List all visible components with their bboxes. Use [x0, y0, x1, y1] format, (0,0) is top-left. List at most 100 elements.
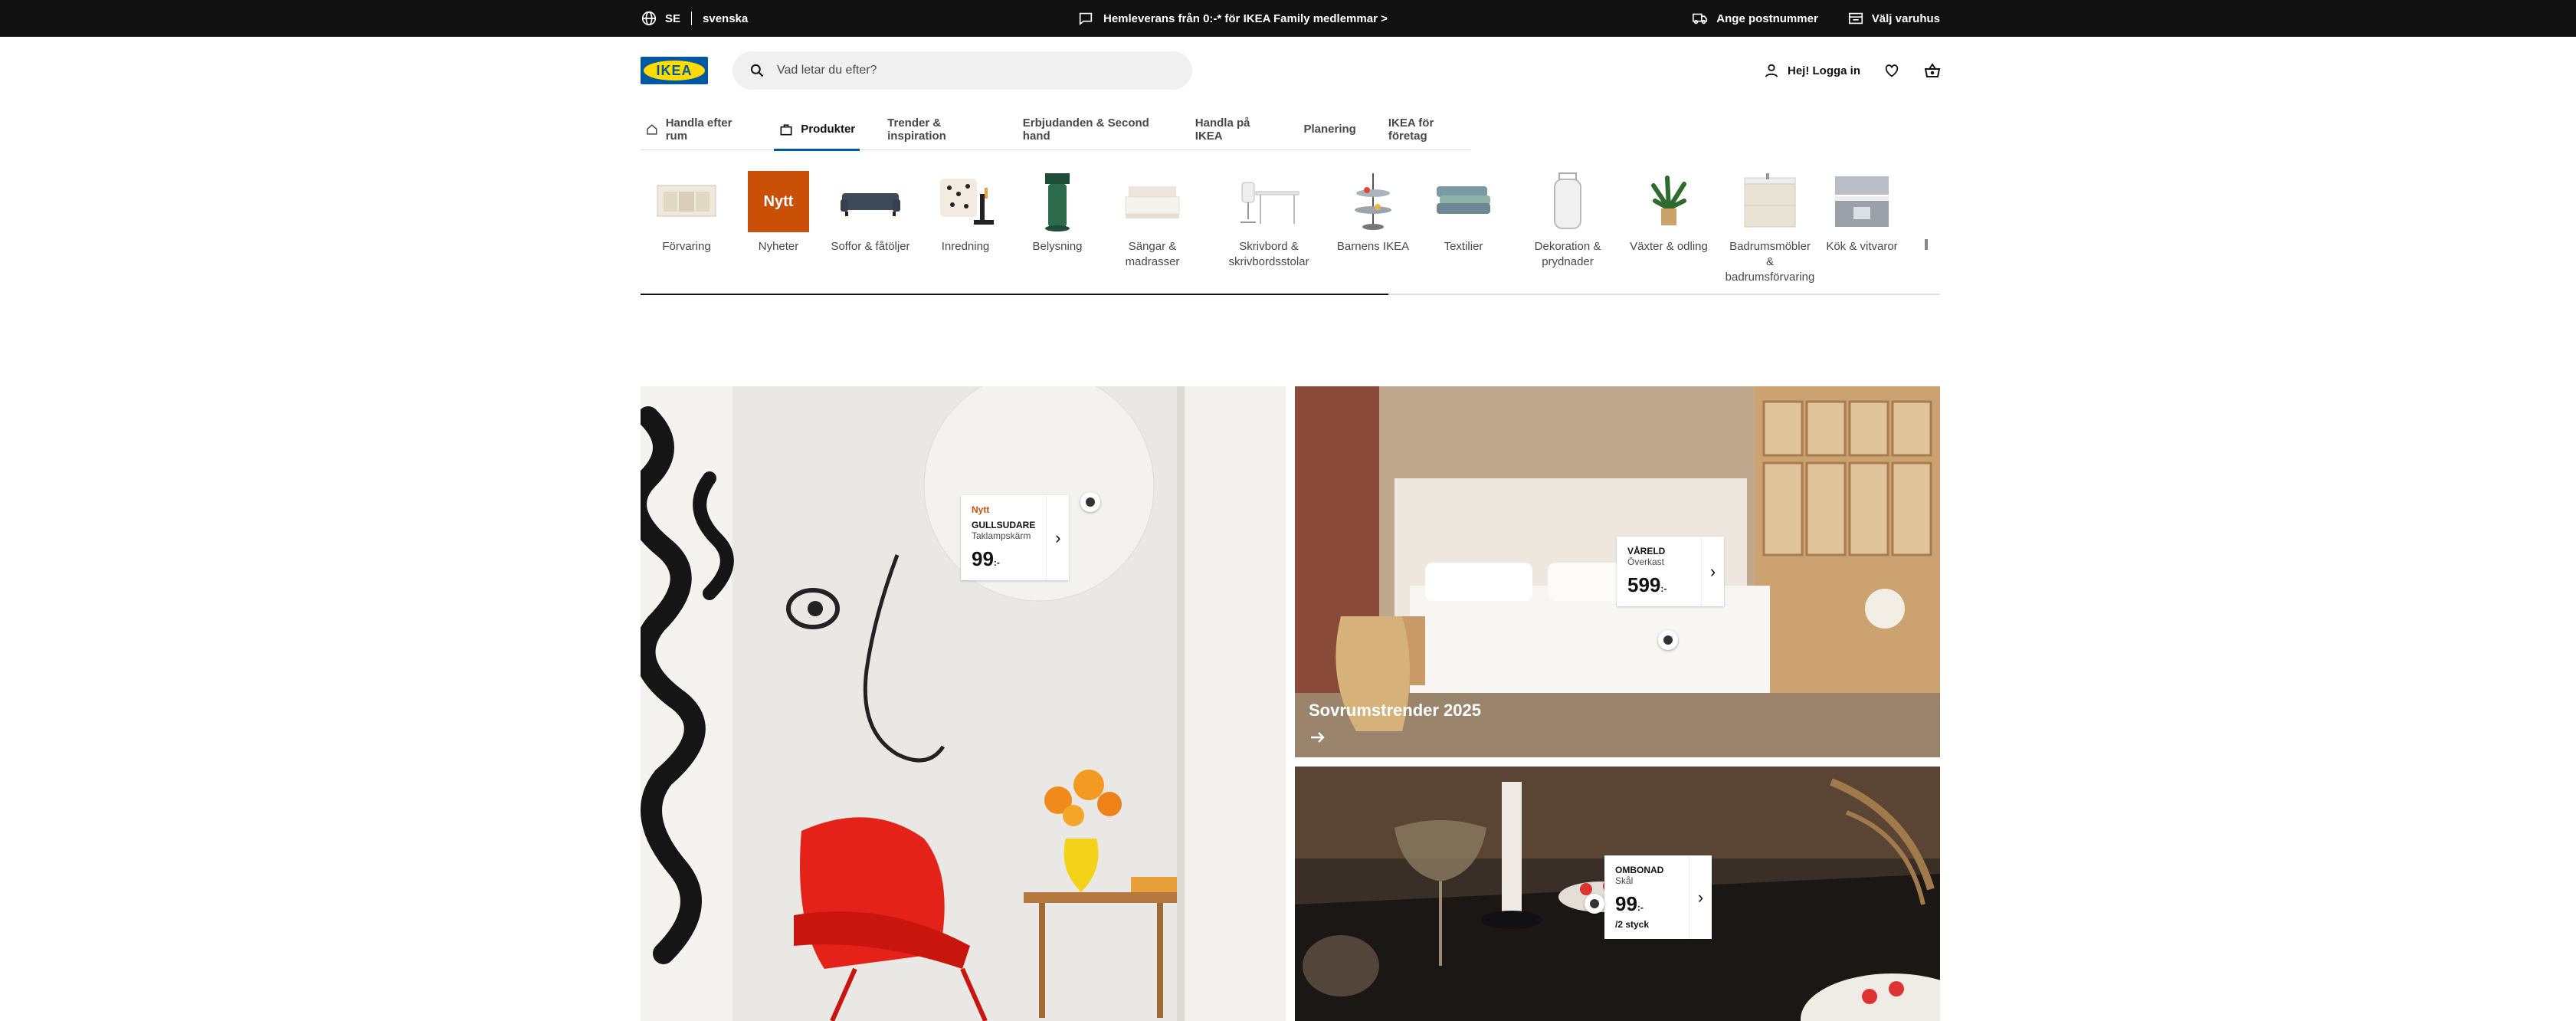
tab-label: IKEA för företag — [1388, 116, 1434, 143]
chevron-right-icon[interactable]: › — [1046, 495, 1069, 580]
category-image — [1432, 170, 1495, 233]
tab-label: Erbjudanden & Second hand — [1022, 116, 1149, 143]
category-bathroom[interactable]: Badrumsmöbler & badrumsförvaring — [1724, 170, 1816, 285]
category-image — [1923, 170, 1940, 233]
search-input[interactable] — [775, 63, 1159, 78]
category-decoration[interactable]: Dekoration & prydnader — [1522, 170, 1614, 270]
home-icon — [647, 123, 657, 135]
tag-body: VÅRELD Överkast 599:- — [1617, 537, 1701, 606]
category-plants[interactable]: Växter & odling — [1623, 170, 1715, 254]
category-kids[interactable]: Barnens IKEA — [1327, 170, 1419, 254]
category-label-2: madrasser — [1125, 255, 1180, 268]
hero-living-room[interactable]: Nytt GULLSUDARE Taklampskärm 99:- › — [641, 386, 1286, 1021]
category-decor[interactable]: Inredning — [919, 170, 1011, 254]
search-bar[interactable] — [732, 51, 1192, 90]
carousel-scrollbar[interactable] — [641, 294, 1940, 295]
category-partial[interactable] — [1923, 170, 1940, 250]
tab-label: Handla på IKEA — [1195, 116, 1250, 143]
truck-icon — [1693, 13, 1708, 25]
product-price: 99:- — [1615, 892, 1678, 916]
category-label: Barnens IKEA — [1336, 240, 1410, 253]
category-label: Belysning — [1032, 240, 1083, 253]
category-label: Textilier — [1444, 240, 1483, 253]
login-button[interactable]: Hej! Logga in — [1763, 62, 1860, 79]
product-tag-gullsudare[interactable]: Nytt GULLSUDARE Taklampskärm 99:- › — [961, 495, 1070, 580]
product-name: VÅRELD — [1627, 546, 1666, 556]
price-value: 99 — [972, 547, 994, 570]
price-value: 99 — [1615, 892, 1637, 915]
country-code: SE — [665, 11, 681, 25]
category-sofas[interactable]: Soffor & fåtöljer — [824, 170, 916, 254]
price-suffix: :- — [1660, 583, 1667, 594]
ikea-logo[interactable]: IKEA — [641, 57, 708, 84]
store-label: Välj varuhus — [1871, 11, 1940, 25]
category-image — [1536, 170, 1599, 233]
category-image — [655, 170, 718, 233]
login-label: Hej! Logga in — [1788, 64, 1860, 77]
hero-bedroom[interactable]: VÅRELD Överkast 599:- › Sovrumstrender 2… — [1295, 386, 1940, 757]
hero-caption[interactable]: Sovrumstrender 2025 — [1309, 701, 1481, 721]
price-suffix: :- — [1637, 902, 1644, 913]
heart-icon[interactable] — [1883, 62, 1900, 79]
arrow-right-icon[interactable] — [1309, 728, 1327, 747]
category-image — [1342, 170, 1404, 233]
store-button[interactable]: Välj varuhus — [1847, 10, 1940, 27]
chevron-right-icon[interactable]: › — [1689, 855, 1712, 939]
category-new[interactable]: Nytt Nyheter — [732, 170, 824, 254]
category-image — [934, 170, 997, 233]
truncated-label — [1925, 239, 1928, 250]
hero-dining[interactable]: OMBONAD Skål 99:- /2 styck › — [1295, 767, 1940, 1021]
category-lighting[interactable]: Belysning — [1011, 170, 1103, 254]
category-image — [1739, 170, 1801, 233]
tab-trends[interactable]: Trender & inspiration — [883, 109, 995, 150]
tab-offers[interactable]: Erbjudanden & Second hand — [1018, 109, 1168, 150]
promo-text: Hemleverans från 0:-* för IKEA Family me… — [1103, 11, 1388, 25]
category-beds[interactable]: Sängar & madrasser — [1106, 170, 1198, 270]
product-desc: Överkast — [1627, 556, 1665, 567]
promo-link[interactable]: Hemleverans från 0:-* för IKEA Family me… — [1077, 0, 1388, 37]
tab-shop-by-room[interactable]: Handla efter rum — [641, 109, 751, 150]
tab-shop-at-ikea[interactable]: Handla på IKEA — [1191, 109, 1277, 150]
product-name: GULLSUDARE — [972, 520, 1036, 530]
chevron-right-icon[interactable]: › — [1701, 537, 1724, 606]
carousel-scroll-thumb[interactable] — [641, 294, 1388, 295]
category-label: Växter & odling — [1630, 240, 1708, 253]
category-label: Soffor & fåtöljer — [831, 240, 910, 253]
price-value: 599 — [1627, 573, 1661, 596]
tab-label: Planering — [1303, 123, 1356, 136]
category-image — [1237, 170, 1300, 233]
product-tag-vareld[interactable]: VÅRELD Överkast 599:- › — [1617, 537, 1724, 606]
category-storage[interactable]: Förvaring — [641, 170, 732, 254]
category-image: Nytt — [747, 170, 810, 233]
tab-business[interactable]: IKEA för företag — [1384, 109, 1471, 150]
product-hotspot[interactable] — [1658, 630, 1678, 650]
postcode-label: Ange postnummer — [1716, 11, 1818, 25]
category-desks[interactable]: Skrivbord & skrivbordsstolar — [1223, 170, 1315, 270]
product-hotspot[interactable] — [1585, 894, 1604, 914]
tab-planning[interactable]: Planering — [1299, 109, 1360, 150]
category-textiles[interactable]: Textilier — [1417, 170, 1509, 254]
category-label: Förvaring — [662, 240, 711, 253]
tab-label: Trender & inspiration — [887, 116, 946, 143]
tab-label: Produkter — [801, 123, 856, 136]
category-label: Sängar & — [1128, 240, 1177, 253]
product-tag-ombonad[interactable]: OMBONAD Skål 99:- /2 styck › — [1604, 855, 1712, 939]
category-image — [1121, 170, 1184, 233]
main-nav: Handla efter rum Produkter Trender & ins… — [641, 109, 1471, 151]
postcode-button[interactable]: Ange postnummer — [1692, 10, 1818, 27]
hero-image — [641, 386, 1286, 1021]
category-kitchen[interactable]: Kök & vitvaror — [1816, 170, 1908, 254]
divider — [691, 11, 693, 25]
category-carousel: Förvaring Nytt Nyheter Soffor & fåtöljer… — [641, 170, 1940, 285]
locale-selector[interactable]: SE svenska — [641, 0, 748, 37]
tab-products[interactable]: Produkter — [774, 109, 860, 151]
price-unit: /2 styck — [1615, 919, 1650, 930]
category-label-2: prydnader — [1542, 255, 1594, 268]
tag-body: Nytt GULLSUDARE Taklampskärm 99:- — [961, 495, 1046, 580]
cart-icon[interactable] — [1923, 61, 1942, 80]
category-image — [1026, 170, 1089, 233]
category-label: Dekoration & — [1534, 240, 1601, 253]
product-hotspot[interactable] — [1080, 492, 1100, 512]
store-icon — [1848, 12, 1863, 25]
user-icon — [1765, 64, 1778, 77]
